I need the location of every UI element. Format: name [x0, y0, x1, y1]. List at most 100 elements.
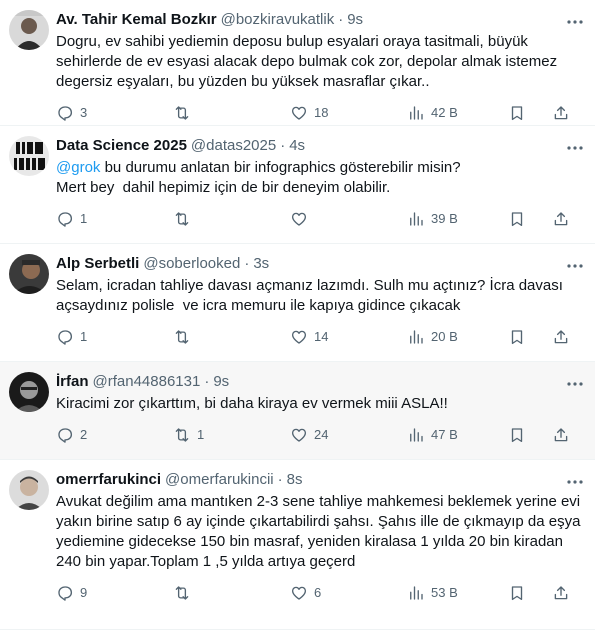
views-button[interactable]: 39 B: [407, 210, 458, 228]
views-button[interactable]: 47 B: [407, 426, 458, 444]
separator-dot: ·: [244, 255, 250, 272]
like-count: 18: [314, 105, 329, 120]
tweet[interactable]: omerrfarukinci @omerfarukincii · 8s Avuk…: [0, 460, 595, 630]
tweet-text-content: bu durumu anlatan bir infographics göste…: [56, 159, 461, 196]
tweet[interactable]: İrfan @rfan44886131 · 9s Kiracimi zor çı…: [0, 362, 595, 460]
author-handle[interactable]: @datas2025: [191, 136, 276, 156]
views-icon: [410, 106, 423, 120]
views-button[interactable]: 42 B: [407, 104, 458, 122]
timestamp[interactable]: 3s: [253, 254, 269, 274]
like-button[interactable]: 14: [290, 328, 328, 346]
reply-button[interactable]: 9: [56, 584, 87, 602]
retweet-button[interactable]: [173, 328, 197, 346]
retweet-button[interactable]: [173, 104, 197, 122]
author-name[interactable]: Av. Tahir Kemal Bozkır: [56, 10, 217, 30]
retweet-button[interactable]: [173, 210, 197, 228]
author-handle[interactable]: @rfan44886131: [93, 372, 201, 392]
more-icon[interactable]: [565, 138, 585, 158]
share-icon: [554, 212, 568, 226]
like-count: 24: [314, 427, 329, 442]
tweet-header: omerrfarukinci @omerfarukincii · 8s: [56, 470, 583, 490]
timestamp[interactable]: 9s: [213, 372, 229, 392]
tweet[interactable]: Data Science 2025 @datas2025 · 4s @grok …: [0, 126, 595, 244]
author-handle[interactable]: @soberlooked: [143, 254, 240, 274]
author-handle[interactable]: @omerfarukincii: [165, 470, 274, 490]
timestamp[interactable]: 8s: [287, 470, 303, 490]
retweet-button[interactable]: 1: [173, 426, 204, 444]
author-handle[interactable]: @bozkiravukatlik: [221, 10, 335, 30]
reply-count: 2: [80, 427, 88, 442]
share-icon: [554, 586, 568, 600]
views-icon: [410, 212, 423, 226]
tweet-header: İrfan @rfan44886131 · 9s: [56, 372, 583, 392]
more-icon[interactable]: [565, 256, 585, 276]
reply-button[interactable]: 2: [56, 426, 87, 444]
reply-button[interactable]: 1: [56, 328, 87, 346]
views-button[interactable]: 53 B: [407, 584, 458, 602]
tweet-actions: 2 1 24 47 B: [56, 422, 583, 450]
bookmark-button[interactable]: [508, 584, 526, 602]
like-button[interactable]: 18: [290, 104, 328, 122]
bookmark-icon: [511, 330, 523, 345]
bookmark-icon: [511, 586, 523, 601]
bookmark-button[interactable]: [508, 328, 526, 346]
views-icon: [410, 586, 423, 600]
mention-link[interactable]: @grok: [56, 159, 100, 176]
tweet[interactable]: Av. Tahir Kemal Bozkır @bozkiravukatlik …: [0, 0, 595, 126]
reply-feed: Av. Tahir Kemal Bozkır @bozkiravukatlik …: [0, 0, 595, 630]
avatar[interactable]: [9, 10, 49, 50]
more-icon[interactable]: [565, 374, 585, 394]
author-name[interactable]: Alp Serbetli: [56, 254, 139, 274]
tweet-actions: 1 39 B: [56, 206, 583, 234]
bookmark-button[interactable]: [508, 210, 526, 228]
avatar[interactable]: [9, 254, 49, 294]
like-count: 14: [314, 329, 329, 344]
author-name[interactable]: omerrfarukinci: [56, 470, 161, 490]
views-count: 53 B: [431, 585, 458, 600]
reply-icon: [58, 586, 73, 601]
views-button[interactable]: 20 B: [407, 328, 458, 346]
retweet-icon: [175, 586, 189, 600]
tweet-actions: 3 18 42 B: [56, 100, 583, 128]
share-button[interactable]: [552, 104, 570, 122]
views-icon: [410, 428, 423, 442]
retweet-button[interactable]: [173, 584, 197, 602]
separator-dot: ·: [338, 11, 344, 28]
retweet-icon: [175, 330, 189, 344]
like-button[interactable]: [290, 210, 314, 228]
share-button[interactable]: [552, 584, 570, 602]
like-button[interactable]: 6: [290, 584, 321, 602]
like-button[interactable]: 24: [290, 426, 328, 444]
reply-button[interactable]: 3: [56, 104, 87, 122]
author-name[interactable]: Data Science 2025: [56, 136, 187, 156]
retweet-count: 1: [197, 427, 205, 442]
heart-icon: [291, 330, 307, 344]
avatar[interactable]: [9, 136, 49, 176]
tweet-header: Alp Serbetli @soberlooked · 3s: [56, 254, 583, 274]
more-icon[interactable]: [565, 472, 585, 492]
reply-button[interactable]: 1: [56, 210, 87, 228]
retweet-icon: [175, 212, 189, 226]
bookmark-button[interactable]: [508, 426, 526, 444]
tweet[interactable]: Alp Serbetli @soberlooked · 3s Selam, ic…: [0, 244, 595, 362]
retweet-icon: [175, 428, 189, 442]
share-button[interactable]: [552, 426, 570, 444]
author-name[interactable]: İrfan: [56, 372, 89, 392]
reply-icon: [58, 106, 73, 121]
tweet-actions: 9 6 53 B: [56, 580, 583, 608]
views-count: 39 B: [431, 211, 458, 226]
heart-icon: [291, 586, 307, 600]
share-button[interactable]: [552, 210, 570, 228]
timestamp[interactable]: 4s: [289, 136, 305, 156]
more-icon[interactable]: [565, 12, 585, 32]
bookmark-button[interactable]: [508, 104, 526, 122]
share-icon: [554, 428, 568, 442]
timestamp[interactable]: 9s: [347, 10, 363, 30]
avatar[interactable]: [9, 372, 49, 412]
heart-icon: [291, 212, 307, 226]
bookmark-icon: [511, 212, 523, 227]
views-count: 42 B: [431, 105, 458, 120]
share-button[interactable]: [552, 328, 570, 346]
retweet-icon: [175, 106, 189, 120]
avatar[interactable]: [9, 470, 49, 510]
